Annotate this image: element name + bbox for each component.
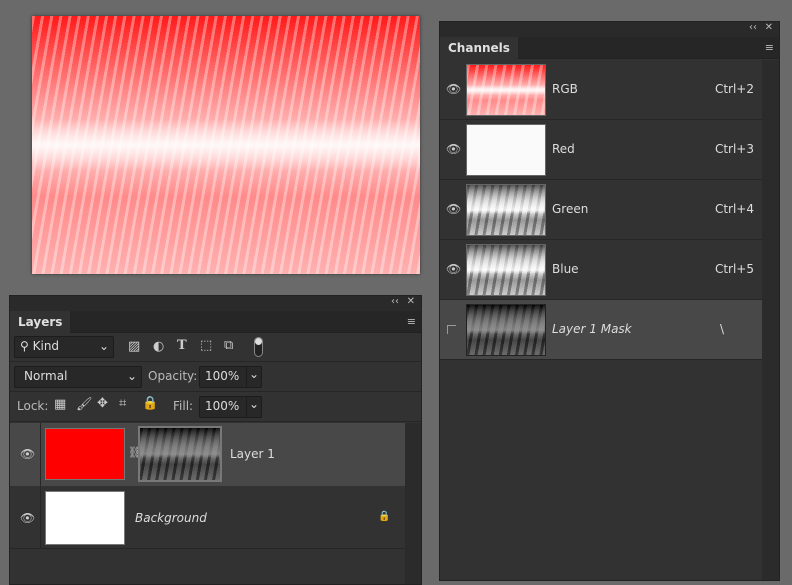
eye-icon[interactable]: 👁 bbox=[20, 511, 35, 525]
blend-mode-value: Normal bbox=[24, 369, 68, 383]
lock-position-move-icon[interactable]: ✥ bbox=[97, 396, 108, 411]
filter-toggle[interactable] bbox=[254, 337, 263, 357]
lock-image-pixels-brush-icon[interactable]: 🖌 bbox=[76, 397, 93, 412]
scrollbar[interactable] bbox=[405, 423, 421, 584]
filter-kind-value: Kind bbox=[32, 339, 60, 353]
eye-icon[interactable]: 👁 bbox=[446, 262, 461, 276]
lock-transparent-pixels-icon[interactable]: ▦ bbox=[54, 397, 66, 412]
channel-shortcut: Ctrl+5 bbox=[714, 262, 754, 276]
channel-label: Red bbox=[552, 142, 575, 156]
collapse-icon[interactable]: ‹‹ bbox=[749, 22, 757, 33]
panel-menu-icon[interactable]: ≡ bbox=[407, 315, 416, 328]
layer-mask-thumbnail[interactable] bbox=[138, 426, 222, 482]
eye-icon[interactable]: 👁 bbox=[446, 202, 461, 216]
layer-thumbnail bbox=[45, 491, 125, 545]
lock-all-icon[interactable]: 🔒 bbox=[142, 396, 158, 411]
chevron-down-icon[interactable]: ⌄ bbox=[246, 397, 261, 417]
channel-thumbnail bbox=[466, 184, 546, 236]
channel-thumbnail bbox=[466, 124, 546, 176]
opacity-input[interactable]: 100% ⌄ bbox=[199, 366, 262, 388]
panel-menu-icon[interactable]: ≡ bbox=[765, 41, 774, 54]
opacity-value: 100% bbox=[205, 369, 240, 383]
channel-label: Green bbox=[552, 202, 589, 216]
layer-row-background[interactable]: 👁 Background 🔒 bbox=[10, 487, 405, 549]
channel-shortcut: Ctrl+3 bbox=[714, 142, 754, 156]
lock-label: Lock: bbox=[17, 399, 49, 413]
collapse-icon[interactable]: ‹‹ bbox=[391, 296, 399, 307]
channel-thumbnail bbox=[466, 304, 546, 356]
channel-label: RGB bbox=[552, 82, 578, 96]
channel-row-layer-1-mask[interactable]: Layer 1 Mask \ bbox=[440, 300, 762, 360]
opacity-label: Opacity: bbox=[148, 369, 198, 383]
channel-thumbnail bbox=[466, 64, 546, 116]
channel-row-green[interactable]: 👁 Green Ctrl+4 bbox=[440, 180, 762, 240]
chevron-down-icon: ⌄ bbox=[98, 339, 109, 353]
blend-mode-select[interactable]: Normal ⌄ bbox=[14, 366, 142, 388]
layer-thumbnail bbox=[45, 428, 125, 480]
channel-shortcut: Ctrl+4 bbox=[714, 202, 754, 216]
channel-shortcut: Ctrl+2 bbox=[714, 82, 754, 96]
filter-kind-select[interactable]: ⚲ Kind ⌄ bbox=[14, 336, 114, 358]
layer-row-layer-1[interactable]: 👁 ⛓ Layer 1 bbox=[10, 423, 405, 486]
fill-label: Fill: bbox=[173, 399, 194, 413]
document-canvas[interactable] bbox=[32, 16, 420, 274]
search-icon: ⚲ bbox=[20, 339, 33, 353]
close-icon[interactable]: ✕ bbox=[407, 296, 415, 307]
tab-layers[interactable]: Layers bbox=[10, 311, 71, 334]
lock-artboard-crop-icon[interactable]: ⌗ bbox=[119, 396, 126, 411]
smart-object-filter-icon[interactable]: ⧉ bbox=[224, 338, 233, 353]
tab-channels[interactable]: Channels bbox=[440, 37, 518, 60]
chevron-down-icon[interactable]: ⌄ bbox=[246, 367, 261, 387]
pixel-layer-filter-icon[interactable]: ▨ bbox=[128, 339, 140, 354]
eye-icon[interactable]: 👁 bbox=[446, 82, 461, 96]
fill-input[interactable]: 100% ⌄ bbox=[199, 396, 262, 418]
fill-value: 100% bbox=[205, 399, 240, 413]
channel-label: Layer 1 Mask bbox=[552, 322, 632, 336]
adjustment-layer-filter-icon[interactable]: ◐ bbox=[153, 339, 164, 354]
channel-row-rgb[interactable]: 👁 RGB Ctrl+2 bbox=[440, 60, 762, 120]
shape-layer-filter-icon[interactable]: ⬚ bbox=[200, 338, 212, 353]
lock-icon: 🔒 bbox=[378, 511, 391, 522]
channel-row-blue[interactable]: 👁 Blue Ctrl+5 bbox=[440, 240, 762, 300]
channel-shortcut: \ bbox=[719, 322, 724, 336]
eye-icon[interactable]: 👁 bbox=[20, 447, 35, 461]
chevron-down-icon: ⌄ bbox=[126, 369, 137, 383]
layer-name[interactable]: Background bbox=[135, 511, 207, 525]
channels-panel: ‹‹ ✕ Channels ≡ 👁 RGB Ctrl+2 👁 Red Ctrl+3 👁 Gre… bbox=[439, 21, 780, 581]
channel-thumbnail bbox=[466, 244, 546, 296]
type-layer-filter-icon[interactable]: T bbox=[177, 338, 187, 353]
eye-icon[interactable]: 👁 bbox=[446, 142, 461, 156]
channel-row-red[interactable]: 👁 Red Ctrl+3 bbox=[440, 120, 762, 180]
close-icon[interactable]: ✕ bbox=[765, 22, 773, 33]
visibility-checkbox[interactable] bbox=[447, 325, 456, 334]
layer-name[interactable]: Layer 1 bbox=[230, 447, 275, 461]
layers-panel: ‹‹ ✕ Layers ≡ ⚲ Kind ⌄ ▨ ◐ T ⬚ ⧉ Normal ⌄ Op… bbox=[9, 295, 422, 585]
channel-label: Blue bbox=[552, 262, 579, 276]
